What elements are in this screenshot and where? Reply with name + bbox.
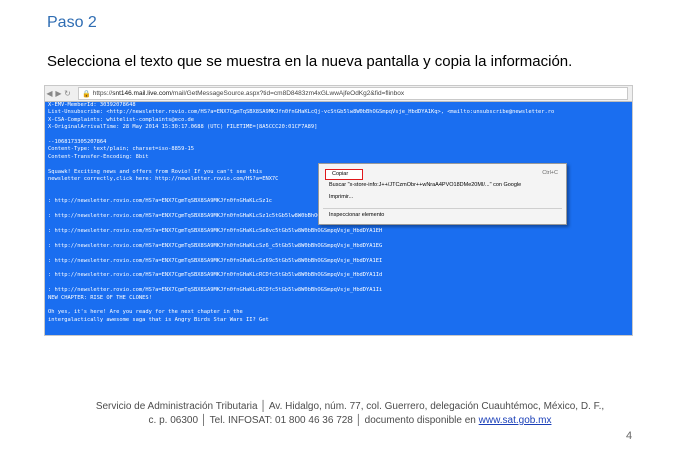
url-host: snt146.mail.live.com	[112, 90, 172, 97]
context-menu-print[interactable]: Imprimir...	[329, 194, 353, 200]
context-menu: Copiar Ctrl+C Buscar "x-store-info:J++/J…	[318, 163, 567, 225]
footer-link[interactable]: www.sat.gob.mx	[479, 415, 552, 426]
source-line: Content-Transfer-Encoding: 8bit	[48, 153, 149, 160]
source-line: : http://newsletter.rovio.com/HS?a=ENX7C…	[48, 257, 383, 264]
url-prefix: https://	[92, 90, 113, 97]
source-line: : http://newsletter.rovio.com/HS?a=ENX7C…	[48, 287, 383, 294]
url-path: /mail/GetMessageSource.aspx?tid=cm8D8483…	[171, 90, 405, 97]
context-menu-search[interactable]: Buscar "x-store-info:J++/JTCzmObr++wNraA…	[329, 182, 521, 188]
source-line: : http://newsletter.rovio.com/HS?a=ENX7C…	[48, 242, 383, 249]
copy-shortcut: Ctrl+C	[542, 170, 558, 176]
browser-screenshot: ◀ ▶ ↻ 🔒 https://snt146.mail.live.com/mai…	[45, 86, 632, 335]
address-bar[interactable]: 🔒 https://snt146.mail.live.com/mail/GetM…	[78, 87, 628, 100]
source-line: NEW CHAPTER: RISE OF THE CLONES!	[48, 294, 152, 301]
source-line	[48, 235, 632, 242]
source-line: : http://newsletter.rovio.com/HS?a=ENX7C…	[48, 227, 383, 234]
footer-address: c. p. 06300 │ Tel. INFOSAT: 01 800 46 36…	[148, 415, 479, 426]
source-line	[48, 265, 632, 272]
footer-line-2: c. p. 06300 │ Tel. INFOSAT: 01 800 46 36…	[0, 414, 700, 428]
source-line: X-EMV-MemberId: 30392078648	[48, 102, 136, 108]
source-line: --1068173305207864	[48, 139, 107, 146]
browser-toolbar: ◀ ▶ ↻ 🔒 https://snt146.mail.live.com/mai…	[45, 86, 632, 102]
context-menu-separator	[323, 208, 562, 209]
source-line: List-Unsubscribe: <http://newsletter.rov…	[48, 109, 555, 116]
source-line	[48, 250, 632, 257]
source-line	[48, 132, 632, 139]
footer-line-1: Servicio de Administración Tributaria │ …	[95, 401, 605, 412]
instruction-text: Selecciona el texto que se muestra en la…	[47, 53, 573, 70]
step-title: Paso 2	[47, 14, 97, 31]
source-line: intergalactically awesome saga that is A…	[48, 316, 269, 323]
source-line	[48, 302, 632, 309]
source-line: Oh yes, it's here! Are you ready for the…	[48, 309, 243, 316]
source-line: X-CSA-Complaints: whitelist-complaints@e…	[48, 116, 195, 123]
source-line: : http://newsletter.rovio.com/HS?a=ENX7C…	[48, 272, 383, 279]
back-arrow-icon[interactable]: ◀	[45, 89, 54, 98]
source-line: Content-Type: text/plain; charset=iso-88…	[48, 146, 195, 153]
source-line	[48, 280, 632, 287]
forward-arrow-icon[interactable]: ▶	[54, 89, 63, 98]
reload-icon[interactable]: ↻	[63, 89, 72, 98]
source-line: X-OriginalArrivalTime: 28 May 2014 15:30…	[48, 124, 318, 131]
context-menu-inspect[interactable]: Inspeccionar elemento	[329, 212, 384, 218]
context-menu-copy[interactable]: Copiar	[325, 169, 363, 180]
copy-label: Copiar	[332, 171, 349, 177]
lock-icon: 🔒	[82, 90, 91, 98]
page-number: 4	[626, 430, 633, 442]
